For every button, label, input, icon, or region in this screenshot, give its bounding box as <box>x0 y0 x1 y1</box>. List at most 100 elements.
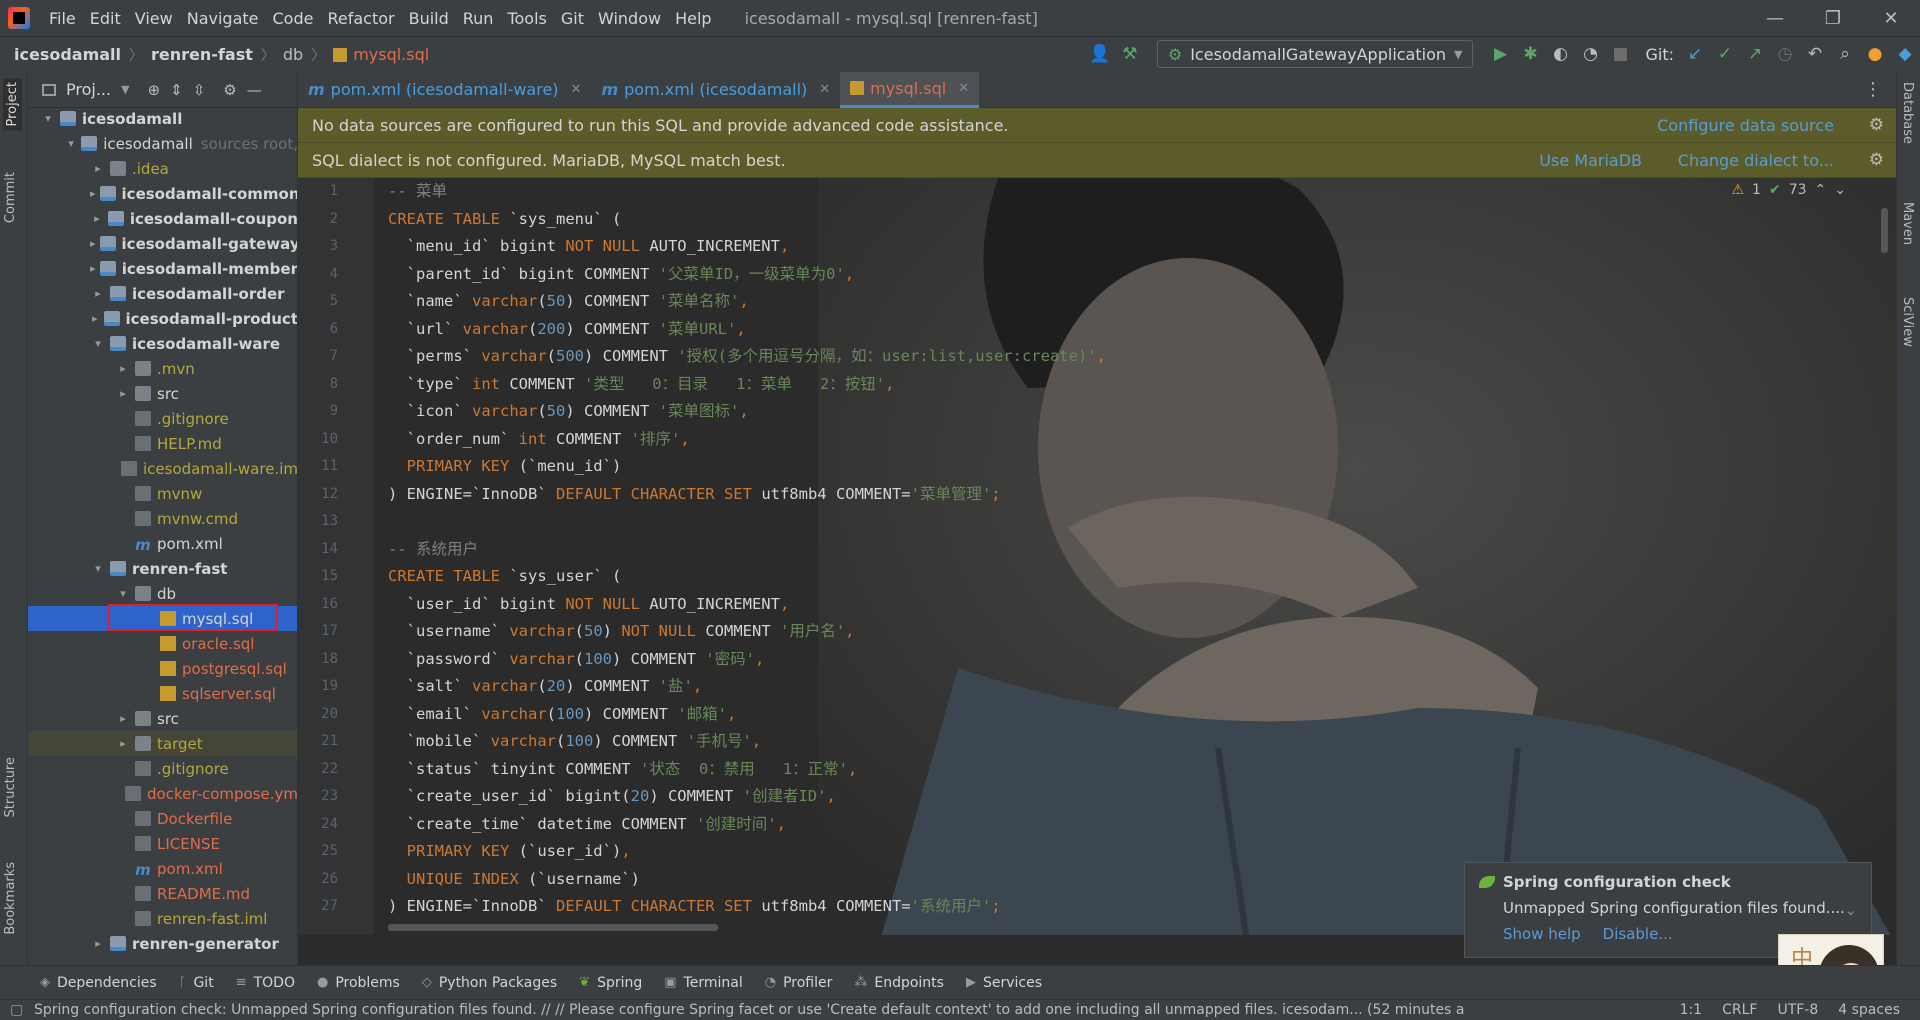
history-icon[interactable]: ◷ <box>1770 44 1800 64</box>
user-icon[interactable]: 👤 <box>1085 44 1115 64</box>
build-hammer-icon[interactable]: ⚒ <box>1115 44 1145 64</box>
coverage-icon[interactable]: ◐ <box>1545 44 1575 64</box>
code-area[interactable]: 1 -- 菜单 2 CREATE TABLE `sys_menu` (3 `menu_… <box>298 178 1896 921</box>
code-line[interactable]: 3 `menu_id` bigint NOT NULL AUTO_INCREME… <box>298 233 1896 261</box>
chevron-right-icon[interactable]: ▸ <box>115 362 131 375</box>
tree-item[interactable]: ▾ icesodamall-ware <box>28 331 297 356</box>
tree-item[interactable]: ▸ icesodamall-order <box>28 281 297 306</box>
chevron-right-icon[interactable]: ▸ <box>115 712 131 725</box>
tree-item[interactable]: ▸ icesodamall-common <box>28 181 297 206</box>
show-help-link[interactable]: Show help <box>1503 925 1581 943</box>
code-line[interactable]: 4 `parent_id` bigint COMMENT '父菜单ID，一级菜单… <box>298 261 1896 289</box>
tab-mysql-sql[interactable]: mysql.sql ✕ <box>840 71 980 108</box>
code-line[interactable]: 12) ENGINE=`InnoDB` DEFAULT CHARACTER SE… <box>298 481 1896 509</box>
tool-profiler[interactable]: ◔ Profiler <box>765 975 833 991</box>
menu-window[interactable]: Window <box>591 9 668 28</box>
breadcrumb-file[interactable]: mysql.sql <box>353 45 429 64</box>
code-line[interactable]: 22 `status` tinyint COMMENT '状态 0：禁用 1：正… <box>298 756 1896 784</box>
tree-item[interactable]: ▸ renren-generator <box>28 931 297 956</box>
close-icon[interactable]: ✕ <box>571 82 582 97</box>
minimize-icon[interactable]: — <box>1746 0 1804 36</box>
tree-item[interactable]: ▸ icesodamall-product <box>28 306 297 331</box>
tree-item[interactable]: m pom.xml <box>28 856 297 881</box>
code-line[interactable]: 2 CREATE TABLE `sys_menu` ( <box>298 206 1896 234</box>
chevron-down-icon[interactable]: ▾ <box>65 137 77 150</box>
code-line[interactable]: 11 PRIMARY KEY (`menu_id`) <box>298 453 1896 481</box>
tree-item[interactable]: .gitignore <box>28 756 297 781</box>
project-panel-title[interactable]: Proj... <box>66 80 111 99</box>
database-tool-tab[interactable]: Database <box>1900 82 1915 144</box>
project-tool-tab[interactable]: Project <box>3 78 22 131</box>
code-line[interactable]: 19 `salt` varchar(20) COMMENT '盐', <box>298 673 1896 701</box>
commit-tool-tab[interactable]: Commit <box>3 172 18 223</box>
tree-item[interactable]: ▾ renren-fast <box>28 556 297 581</box>
gear-icon[interactable]: ⚙ <box>223 81 236 99</box>
menu-git[interactable]: Git <box>554 9 591 28</box>
tree-item[interactable]: ▸ target <box>28 731 297 756</box>
expand-all-icon[interactable]: ⇕ <box>170 81 183 99</box>
tree-item[interactable]: README.md <box>28 881 297 906</box>
code-line[interactable]: 7 `perms` varchar(500) COMMENT '授权(多个用逗号… <box>298 343 1896 371</box>
menu-refactor[interactable]: Refactor <box>320 9 401 28</box>
sciview-tool-tab[interactable]: SciView <box>1900 297 1915 347</box>
menu-file[interactable]: File <box>42 9 83 28</box>
breadcrumb-root[interactable]: icesodamall <box>14 45 121 64</box>
tree-item[interactable]: HELP.md <box>28 431 297 456</box>
menu-tools[interactable]: Tools <box>500 9 553 28</box>
chevron-right-icon[interactable]: ▸ <box>115 737 131 750</box>
tree-item[interactable]: .gitignore <box>28 406 297 431</box>
menu-run[interactable]: Run <box>456 9 501 28</box>
tree-item[interactable]: mvnw <box>28 481 297 506</box>
tree-item[interactable]: ▾ icesodamall <box>28 106 297 131</box>
menu-build[interactable]: Build <box>402 9 456 28</box>
change-dialect-link[interactable]: Change dialect to... <box>1678 151 1834 170</box>
file-encoding[interactable]: UTF-8 <box>1777 1002 1818 1018</box>
locate-icon[interactable]: ⊕ <box>148 81 161 99</box>
collapse-all-icon[interactable]: ⇳ <box>193 81 206 99</box>
tree-item[interactable]: renren-fast.iml <box>28 906 297 931</box>
chevron-right-icon[interactable]: ▸ <box>90 287 106 300</box>
menu-view[interactable]: View <box>128 9 180 28</box>
toggle-tool-windows-icon[interactable]: ▢ <box>10 1002 23 1018</box>
tree-item[interactable]: mvnw.cmd <box>28 506 297 531</box>
code-line[interactable]: 5 `name` varchar(50) COMMENT '菜单名称', <box>298 288 1896 316</box>
code-line[interactable]: 9 `icon` varchar(50) COMMENT '菜单图标', <box>298 398 1896 426</box>
stop-icon[interactable]: ■ <box>1605 44 1635 64</box>
git-update-icon[interactable]: ↙ <box>1680 44 1710 64</box>
bookmarks-tool-tab[interactable]: Bookmarks <box>3 862 18 935</box>
git-push-icon[interactable]: ↗ <box>1740 44 1770 64</box>
tree-item[interactable]: icesodamall-ware.im <box>28 456 297 481</box>
indent-setting[interactable]: 4 spaces <box>1838 1002 1900 1018</box>
git-commit-icon[interactable]: ✓ <box>1710 44 1740 64</box>
tree-item[interactable]: ▸ icesodamall-member <box>28 256 297 281</box>
tool-endpoints[interactable]: ⁂ Endpoints <box>854 975 944 991</box>
caret-position[interactable]: 1:1 <box>1680 1002 1703 1018</box>
chevron-down-icon[interactable]: ▼ <box>121 83 129 96</box>
tree-item[interactable]: ▾ icesodamall sources root, <box>28 131 297 156</box>
tool-git[interactable]: ᚴ Git <box>179 975 214 991</box>
more-tabs-icon[interactable]: ⋮ <box>1864 79 1882 100</box>
tree-item[interactable]: m pom.xml <box>28 531 297 556</box>
plugin-icon[interactable]: ◆ <box>1890 44 1920 64</box>
chevron-up-icon[interactable]: ⌃ <box>1815 182 1827 198</box>
code-line[interactable]: 20 `email` varchar(100) COMMENT '邮箱', <box>298 701 1896 729</box>
line-separator[interactable]: CRLF <box>1722 1002 1757 1018</box>
run-configuration-select[interactable]: ⚙ IcesodamallGatewayApplication ▼ <box>1156 40 1474 68</box>
code-line[interactable]: 15 CREATE TABLE `sys_user` ( <box>298 563 1896 591</box>
tree-item[interactable]: ▸ .idea <box>28 156 297 181</box>
tool-services[interactable]: ▶ Services <box>966 975 1042 991</box>
menu-code[interactable]: Code <box>266 9 321 28</box>
code-line[interactable]: 1 -- 菜单 <box>298 178 1896 206</box>
chevron-right-icon[interactable]: ▸ <box>90 262 96 275</box>
close-icon[interactable]: ✕ <box>819 82 830 97</box>
chevron-down-icon[interactable]: ▾ <box>90 337 106 350</box>
run-icon[interactable]: ▶ <box>1485 44 1515 64</box>
tool-problems[interactable]: ● Problems <box>317 975 400 991</box>
code-line[interactable]: 10 `order_num` int COMMENT '排序', <box>298 426 1896 454</box>
code-line[interactable]: 8 `type` int COMMENT '类型 0：目录 1：菜单 2：按钮'… <box>298 371 1896 399</box>
use-mariadb-link[interactable]: Use MariaDB <box>1539 151 1642 170</box>
status-message[interactable]: Spring configuration check: Unmapped Spr… <box>34 1002 1514 1018</box>
chevron-right-icon[interactable]: ▸ <box>90 187 96 200</box>
menu-help[interactable]: Help <box>668 9 718 28</box>
code-line[interactable]: 17 `username` varchar(50) NOT NULL COMME… <box>298 618 1896 646</box>
